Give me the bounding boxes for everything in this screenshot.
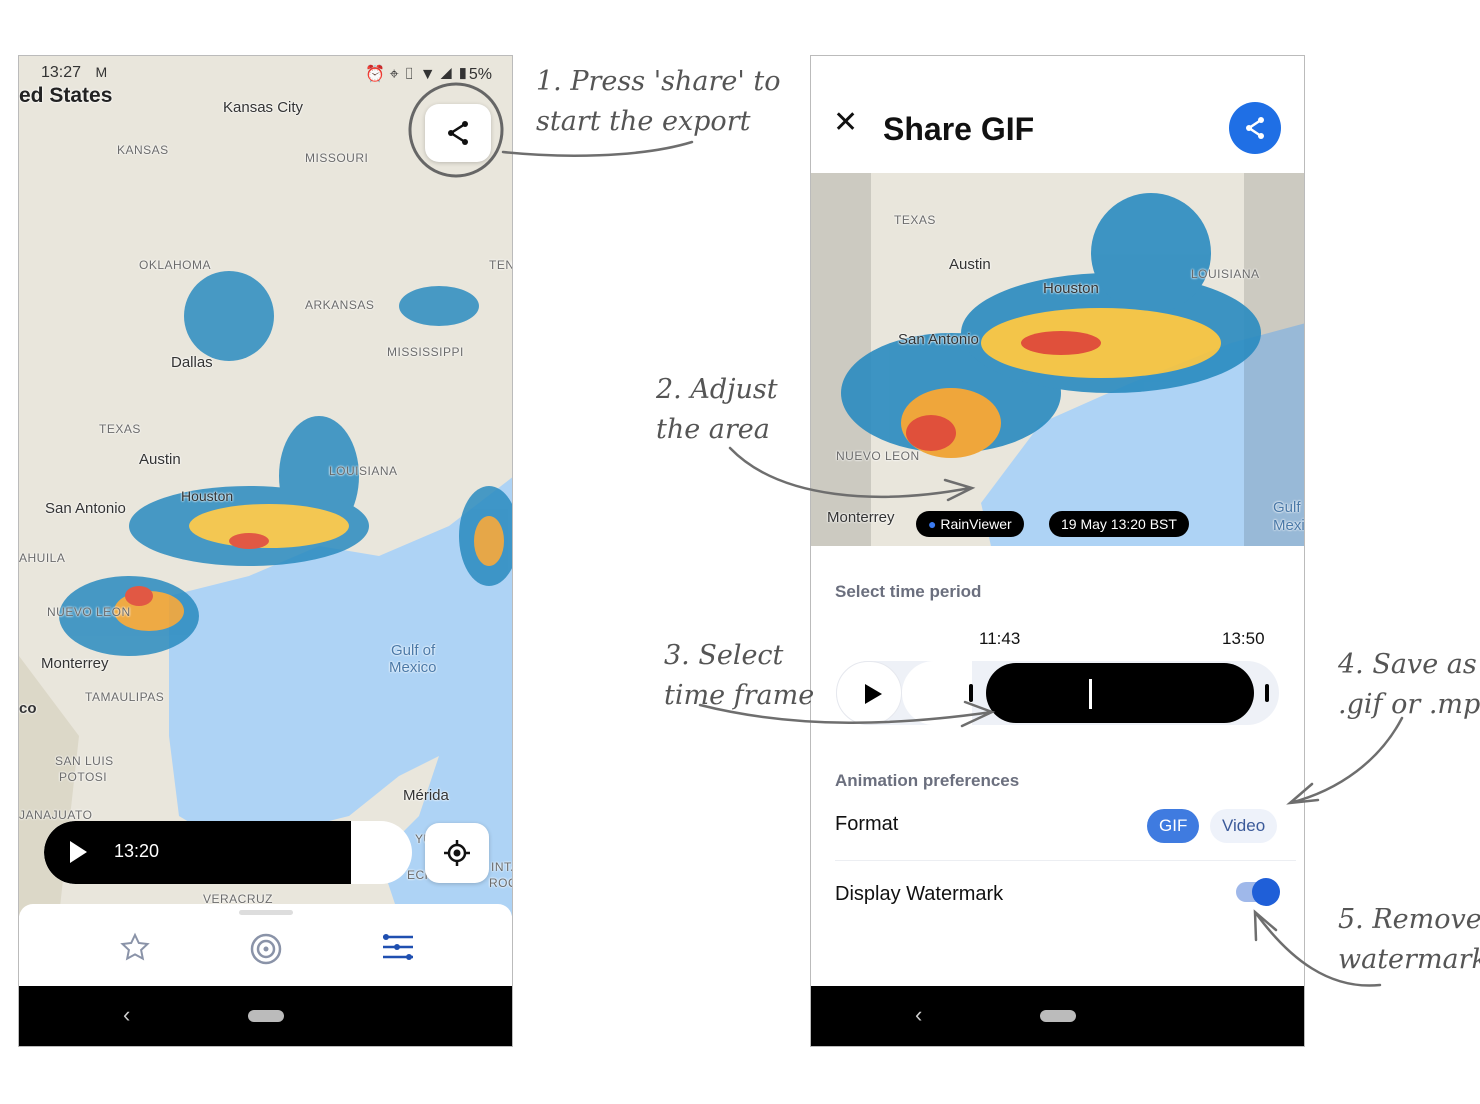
annotation-step-1: 1. Press 'share' to start the export <box>536 66 781 137</box>
annotation-step-3: 3. Select time frame <box>664 640 815 711</box>
annotation-arrows <box>408 82 1404 987</box>
annotation-step-2: 2. Adjust the area <box>656 374 778 445</box>
annotation-step-5: 5. Remove watermark <box>1338 904 1480 975</box>
annotation-step-4: 4. Save as.gif or .mp4 <box>1338 649 1480 720</box>
